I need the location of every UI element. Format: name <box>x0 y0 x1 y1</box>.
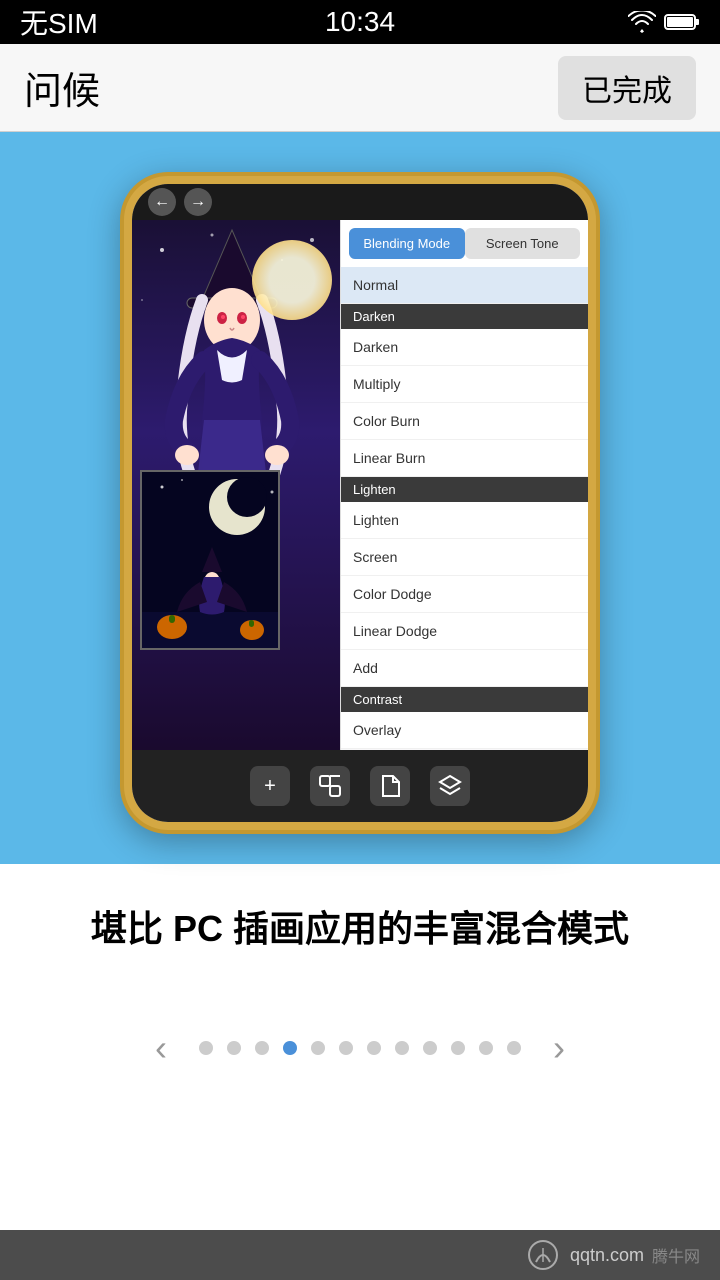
page-dot-4[interactable] <box>283 1041 297 1055</box>
phone-topbar: ← → <box>132 184 588 220</box>
moon-decoration <box>252 240 332 320</box>
battery-icon <box>664 13 700 31</box>
blend-category-darken: Darken <box>341 304 588 329</box>
status-bar: 无SIM 10:34 <box>0 0 720 44</box>
wifi-icon <box>628 11 656 33</box>
nav-bar: 问候 已完成 <box>0 44 720 132</box>
page-dot-11[interactable] <box>479 1041 493 1055</box>
watermark-text <box>528 1240 562 1270</box>
illustration-area: Blending Mode Screen Tone Normal Darken … <box>132 220 588 750</box>
add-layer-button[interactable]: + <box>250 766 290 806</box>
thumbnail-overlay <box>140 470 280 650</box>
page-dot-1[interactable] <box>199 1041 213 1055</box>
page-dot-8[interactable] <box>395 1041 409 1055</box>
document-icon <box>379 774 401 798</box>
screenshot-area: ← → <box>0 132 720 864</box>
page-dot-6[interactable] <box>339 1041 353 1055</box>
page-dot-10[interactable] <box>451 1041 465 1055</box>
phone-topbar-icons: ← → <box>148 188 212 216</box>
blend-item-color-dodge[interactable]: Color Dodge <box>341 576 588 613</box>
screen-tone-tab[interactable]: Screen Tone <box>465 228 581 259</box>
watermark-bar: qqtn.com 腾牛网 <box>0 1230 720 1280</box>
blending-mode-tab[interactable]: Blending Mode <box>349 228 465 259</box>
page-dot-2[interactable] <box>227 1041 241 1055</box>
blend-item-normal[interactable]: Normal <box>341 267 588 304</box>
blend-category-contrast: Contrast <box>341 687 588 712</box>
merge-button[interactable] <box>310 766 350 806</box>
merge-icon <box>318 774 342 798</box>
status-icons <box>628 11 700 33</box>
phone-screen: ← → <box>132 184 588 822</box>
phone-mockup: ← → <box>120 172 600 834</box>
blend-item-darken[interactable]: Darken <box>341 329 588 366</box>
pagination: ‹ › <box>0 1004 720 1122</box>
blend-list: Normal Darken Darken Multiply Color Burn… <box>341 267 588 750</box>
time-label: 10:34 <box>325 6 395 38</box>
forward-arrow-icon[interactable]: → <box>184 188 212 216</box>
done-button[interactable]: 已完成 <box>558 56 696 120</box>
blend-item-linear-dodge[interactable]: Linear Dodge <box>341 613 588 650</box>
logo-icon <box>528 1240 558 1270</box>
watermark-label: qqtn.com <box>570 1245 644 1266</box>
page-dot-5[interactable] <box>311 1041 325 1055</box>
blend-item-multiply[interactable]: Multiply <box>341 366 588 403</box>
main-content: ← → <box>0 132 720 1202</box>
blend-tabs: Blending Mode Screen Tone <box>341 220 588 267</box>
bottom-spacer <box>0 1122 720 1202</box>
prev-page-button[interactable]: ‹ <box>137 1024 185 1072</box>
next-page-button[interactable]: › <box>535 1024 583 1072</box>
blend-item-screen[interactable]: Screen <box>341 539 588 576</box>
layers-button[interactable] <box>430 766 470 806</box>
blend-item-lighten[interactable]: Lighten <box>341 502 588 539</box>
page-title: 问候 <box>24 60 100 115</box>
page-dot-7[interactable] <box>367 1041 381 1055</box>
thumbnail-svg <box>142 472 280 650</box>
caption: 堪比 PC 插画应用的丰富混合模式 <box>0 864 720 1004</box>
page-dot-9[interactable] <box>423 1041 437 1055</box>
page-dot-3[interactable] <box>255 1041 269 1055</box>
document-button[interactable] <box>370 766 410 806</box>
page-dot-12[interactable] <box>507 1041 521 1055</box>
blend-mode-panel: Blending Mode Screen Tone Normal Darken … <box>340 220 588 750</box>
back-arrow-icon[interactable]: ← <box>148 188 176 216</box>
phone-toolbar: + <box>132 750 588 822</box>
blend-category-lighten: Lighten <box>341 477 588 502</box>
blend-item-overlay[interactable]: Overlay <box>341 712 588 749</box>
watermark-brand: 腾牛网 <box>652 1243 700 1267</box>
blend-item-color-burn[interactable]: Color Burn <box>341 403 588 440</box>
blend-item-add[interactable]: Add <box>341 650 588 687</box>
blend-item-linear-burn[interactable]: Linear Burn <box>341 440 588 477</box>
carrier-label: 无SIM <box>20 2 98 42</box>
layers-icon <box>438 774 462 798</box>
anime-art-area <box>132 220 352 750</box>
